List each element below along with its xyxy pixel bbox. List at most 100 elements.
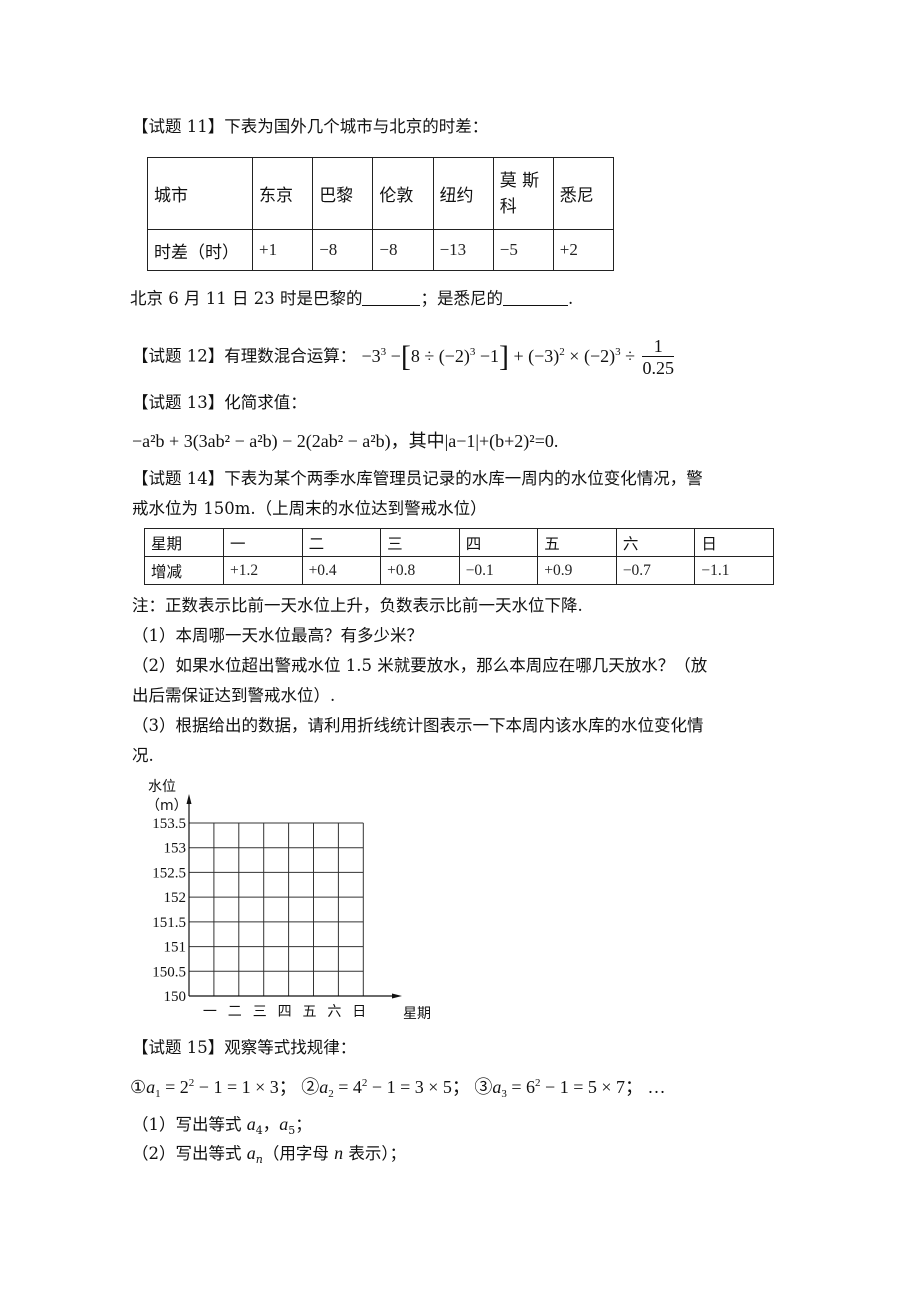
water-level-table: 星期 一 二 三 四 五 六 日 增减 +1.2 +0.4 +0.8 −0.1 … xyxy=(144,528,774,585)
base: 6 xyxy=(526,1077,536,1097)
q11-text: 下表为国外几个城市与北京的时差： xyxy=(224,117,489,136)
text: （2）写出等式 xyxy=(132,1144,247,1163)
var: a xyxy=(146,1077,156,1097)
var: a xyxy=(319,1077,329,1097)
q14-sub3-line2: 况. xyxy=(132,746,154,765)
x-tick-label: 五 xyxy=(303,1004,317,1020)
subscript: 3 xyxy=(501,1088,507,1100)
change-cell: +0.4 xyxy=(301,556,382,585)
base: 4 xyxy=(352,1077,362,1097)
q14-sub1: （1）本周哪一天水位最高？有多少米？ xyxy=(132,626,423,645)
q15-heading: 【试题 15】观察等式找规律： xyxy=(132,1037,356,1059)
q15-text: 观察等式找规律： xyxy=(224,1038,357,1057)
x-axis-arrow xyxy=(392,993,402,999)
row-header-diff: 时差（时） xyxy=(147,229,253,271)
city-cell: 东京 xyxy=(251,157,314,230)
fraction: 1 0.25 xyxy=(642,336,674,379)
day-cell: 五 xyxy=(537,528,617,557)
day-cell: 四 xyxy=(458,528,539,557)
y-tick-label: 152.5 xyxy=(152,865,186,881)
q13-text: 化简求值： xyxy=(224,393,307,412)
text: （用字母 xyxy=(262,1144,335,1163)
water-level-chart: 水位 （m） 星期 150 150.5 151 151.5 152 152.5 153 153… xyxy=(146,779,431,1022)
subscript: 4 xyxy=(255,1124,263,1137)
q14-text-line1: 下表为某个两季水库管理员记录的水库一周内的水位变化情况，警 xyxy=(224,469,703,488)
x-tick-label: 日 xyxy=(352,1004,366,1020)
diff-cell: +1 xyxy=(251,229,314,271)
change-cell: +0.8 xyxy=(380,556,460,585)
y-axis-label: 水位 xyxy=(148,779,176,795)
q14-heading: 【试题 14】下表为某个两季水库管理员记录的水库一周内的水位变化情况，警 xyxy=(132,468,703,490)
q11-question-end: . xyxy=(567,289,574,308)
text: 表示）； xyxy=(343,1144,407,1163)
base: 2 xyxy=(179,1077,189,1097)
equation-rest: − 1 = 1 × 3 xyxy=(194,1077,279,1097)
table-row: 时差（时） +1 −8 −8 −13 −5 +2 xyxy=(147,229,615,271)
x-tick-label: 四 xyxy=(278,1004,292,1020)
row-header-city: 城市 xyxy=(147,157,253,230)
q14-label: 【试题 14】 xyxy=(132,469,225,488)
table-row: 城市 东京 巴黎 伦敦 纽约 莫 斯科 悉尼 xyxy=(147,157,615,230)
ellipsis: … xyxy=(647,1077,666,1097)
q15-equations: ①a1 = 22 − 1 = 1 × 3； ②a2 = 42 − 1 = 3 ×… xyxy=(130,1076,666,1100)
q15-sub1: （1）写出等式 a4，a5； xyxy=(132,1114,312,1137)
diff-cell: −13 xyxy=(432,229,494,271)
text: （1）写出等式 xyxy=(132,1115,247,1134)
expr-term: 8 ÷ (−2) xyxy=(410,345,470,366)
equation-item: ③a3 = 62 − 1 = 5 × 7 xyxy=(474,1077,626,1100)
separator: ； xyxy=(451,1077,470,1097)
equation-item: ①a1 = 22 − 1 = 1 × 3 xyxy=(130,1077,279,1100)
x-tick-label: 二 xyxy=(228,1004,242,1020)
answer-blank-paris[interactable] xyxy=(362,289,421,306)
day-cell: 三 xyxy=(380,528,460,557)
q13-heading: 【试题 13】化简求值： xyxy=(132,392,307,414)
y-axis-unit: （m） xyxy=(146,798,188,814)
change-cell: −0.1 xyxy=(458,556,539,585)
diff-cell: −8 xyxy=(372,229,434,271)
city-cell: 莫 斯科 xyxy=(492,157,554,230)
circled-number: ① xyxy=(130,1077,147,1097)
q11-heading: 【试题 11】下表为国外几个城市与北京的时差： xyxy=(132,116,488,138)
expr-op: − xyxy=(386,345,401,366)
text: ； xyxy=(295,1115,312,1134)
q12-label: 【试题 12】 xyxy=(132,346,225,366)
city-cell: 纽约 xyxy=(432,157,494,230)
q14-sub2-line2: 出后需保证达到警戒水位）. xyxy=(132,686,336,705)
x-tick-labels: 一二三四五六日 xyxy=(203,1004,366,1020)
diff-cell: −8 xyxy=(312,229,374,271)
y-tick-label: 153 xyxy=(164,841,187,857)
x-tick-label: 六 xyxy=(327,1004,341,1020)
x-tick-label: 一 xyxy=(203,1004,217,1020)
y-tick-label: 153.5 xyxy=(152,816,186,832)
city-cell: 伦敦 xyxy=(372,157,434,230)
day-cell: 二 xyxy=(301,528,382,557)
change-cell: −0.7 xyxy=(615,556,696,585)
city-cell: 巴黎 xyxy=(312,157,374,230)
expr-term: −3 xyxy=(361,345,381,366)
row-header-day: 星期 xyxy=(144,528,224,557)
separator: ； xyxy=(278,1077,297,1097)
q11-label: 【试题 11】 xyxy=(132,117,225,136)
q13-label: 【试题 13】 xyxy=(132,393,225,412)
y-tick-label: 151 xyxy=(164,940,187,956)
circled-number: ② xyxy=(301,1077,320,1097)
expr-term: + (−3) xyxy=(509,345,560,366)
y-tick-label: 152 xyxy=(164,890,187,906)
q14-sub2-line1: （2）如果水位超出警戒水位 1.5 米就要放水，那么本周应在哪几天放水？（放 xyxy=(132,656,708,675)
fraction-numerator: 1 xyxy=(642,336,674,357)
y-tick-label: 150.5 xyxy=(152,964,186,980)
q11-question: 北京 6 月 11 日 23 时是巴黎的 ；是悉尼的. xyxy=(130,288,573,310)
grid-horizontal-lines xyxy=(189,822,364,972)
equation-item: ②a2 = 42 − 1 = 3 × 5 xyxy=(301,1077,452,1100)
answer-blank-sydney[interactable] xyxy=(502,289,568,306)
y-tick-label: 150 xyxy=(164,989,187,1005)
x-axis-label: 星期 xyxy=(403,1006,431,1022)
q11-question-part2: ；是悉尼的 xyxy=(420,289,503,308)
q13-expression: −a²b + 3(3ab² − a²b) − 2(2ab² − a²b)，其中|… xyxy=(132,431,559,451)
day-cell: 六 xyxy=(615,528,696,557)
q15-label: 【试题 15】 xyxy=(132,1038,225,1057)
subscript: 1 xyxy=(155,1088,161,1100)
q15-sub2: （2）写出等式 an（用字母 n 表示）； xyxy=(132,1143,407,1166)
q14-sub3-line1: （3）根据给出的数据，请利用折线统计图表示一下本周内该水库的水位变化情 xyxy=(132,716,704,735)
equation-rest: − 1 = 5 × 7 xyxy=(540,1077,626,1097)
